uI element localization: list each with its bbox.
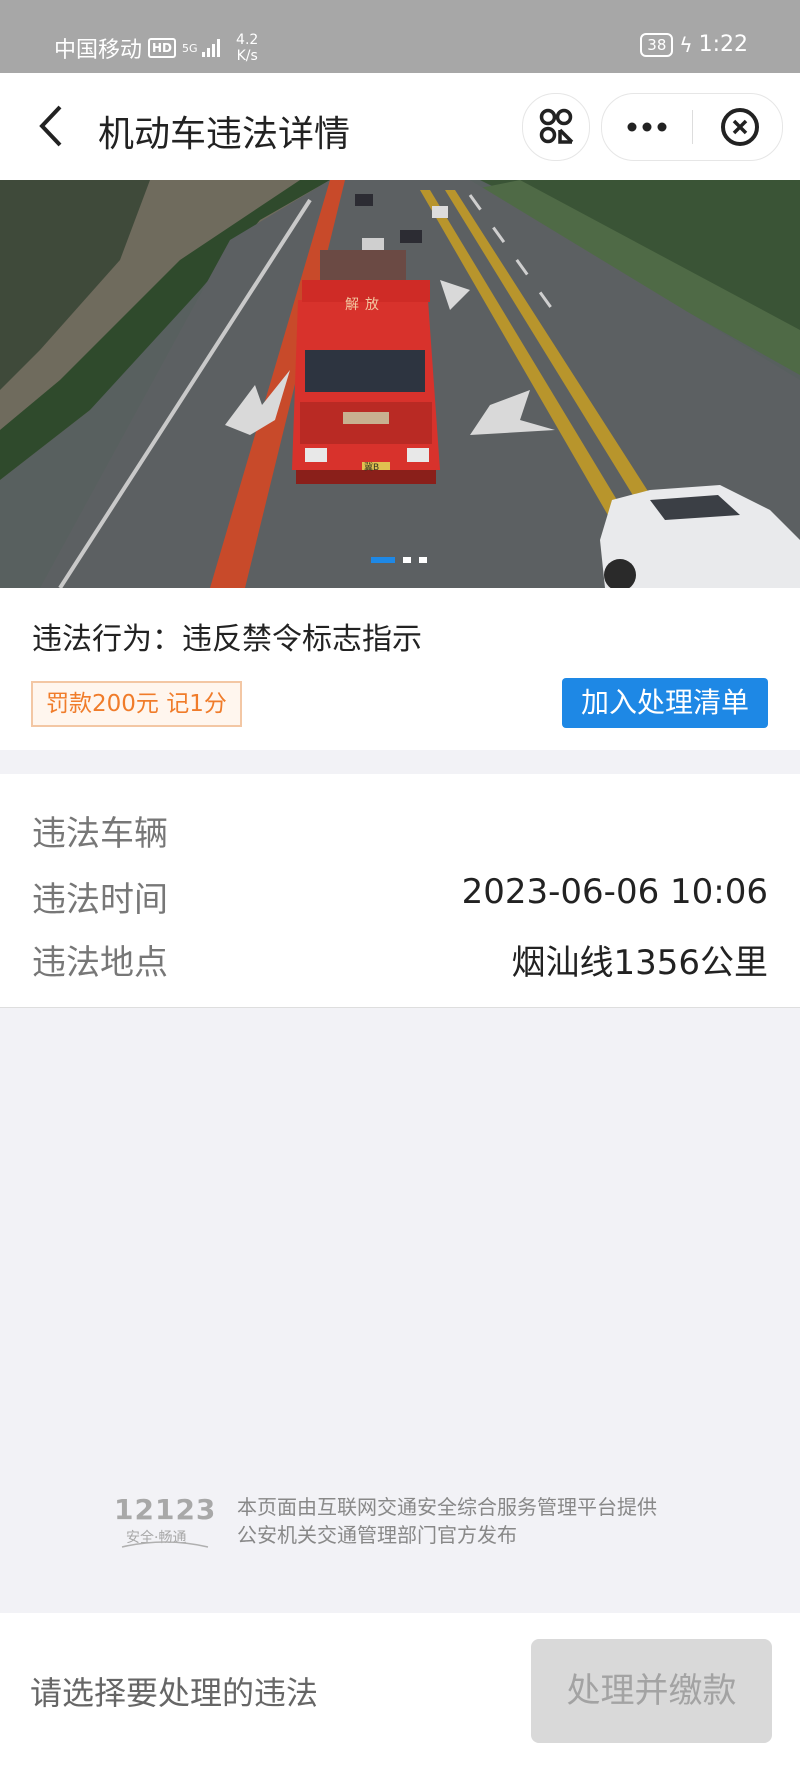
scan-icon [539, 108, 574, 144]
mini-program-capsule [601, 93, 783, 161]
time-row: 违法时间 2023-06-06 10:06 [32, 872, 768, 922]
scan-button[interactable] [522, 93, 590, 161]
status-left: 中国移动 HD 5G 4.2 K/s [54, 32, 258, 64]
notice-line-1: 本页面由互联网交通安全综合服务管理平台提供 [237, 1495, 657, 1519]
selection-hint: 请选择要处理的违法 [30, 1674, 319, 1712]
title-bar: 机动车违法详情 [0, 73, 800, 180]
violation-summary: 违法行为：违反禁令标志指示 罚款200元 记1分 加入处理清单 [0, 588, 800, 750]
add-to-list-button[interactable]: 加入处理清单 [562, 678, 768, 728]
network-speed: 4.2 K/s [236, 32, 258, 64]
footer-notice: 12123 安全·畅通 本页面由互联网交通安全综合服务管理平台提供 公安机关交通… [110, 1493, 710, 1553]
clock: 1:22 [698, 32, 748, 57]
carousel-dot[interactable] [403, 557, 411, 563]
status-right: 38 ϟ 1:22 [640, 32, 748, 57]
process-and-pay-button[interactable]: 处理并缴款 [531, 1639, 772, 1743]
close-button[interactable] [702, 94, 782, 160]
bottom-action-bar: 请选择要处理的违法 处理并缴款 [0, 1613, 800, 1769]
truck-cab-text: 解放 [345, 297, 385, 313]
evidence-photo [0, 180, 800, 588]
hd-badge: HD [148, 38, 177, 58]
back-button[interactable] [34, 101, 70, 151]
battery-icon: 38 [640, 32, 674, 57]
carousel-dot-active[interactable] [371, 557, 395, 563]
page-title: 机动车违法详情 [98, 114, 351, 155]
speed-value: 4.2 [236, 32, 259, 48]
penalty-badge: 罚款200元 记1分 [31, 681, 242, 727]
close-circle-icon [721, 108, 759, 146]
vehicle-label: 违法车辆 [32, 814, 168, 854]
location-row: 违法地点 烟汕线1356公里 [32, 935, 768, 985]
notice-line-2: 公安机关交通管理部门官方发布 [237, 1523, 517, 1547]
vehicle-row: 违法车辆 [32, 806, 768, 856]
time-value: 2023-06-06 10:06 [461, 872, 768, 912]
notice-text: 本页面由互联网交通安全综合服务管理平台提供 公安机关交通管理部门官方发布 [237, 1493, 657, 1549]
network-type: 5G [182, 41, 198, 55]
12123-logo: 12123 安全·畅通 [110, 1493, 220, 1553]
carousel-indicators [371, 557, 427, 563]
battery-level: 38 [647, 35, 667, 54]
signal-icon [202, 39, 221, 57]
carrier-label: 中国移动 [54, 38, 143, 63]
violation-behavior: 违法行为：违反禁令标志指示 [32, 622, 422, 657]
carousel-dot[interactable] [419, 557, 427, 563]
more-button[interactable] [602, 94, 692, 160]
speed-unit: K/s [236, 48, 258, 64]
violation-details: 违法车辆 违法时间 2023-06-06 10:06 违法地点 烟汕线1356公… [0, 774, 800, 1008]
more-dots-icon [627, 122, 667, 132]
status-bar: 中国移动 HD 5G 4.2 K/s 38 ϟ 1:22 [0, 0, 800, 73]
capsule-divider [692, 110, 693, 144]
back-arrow-icon [39, 105, 62, 147]
logo-swoosh [121, 1541, 209, 1548]
location-label: 违法地点 [32, 943, 168, 983]
time-label: 违法时间 [32, 880, 168, 920]
license-plate: 冀B [364, 463, 380, 473]
charging-icon: ϟ [679, 32, 693, 57]
location-value: 烟汕线1356公里 [511, 943, 768, 983]
evidence-photo-carousel[interactable]: 解放 冀B [0, 180, 800, 588]
